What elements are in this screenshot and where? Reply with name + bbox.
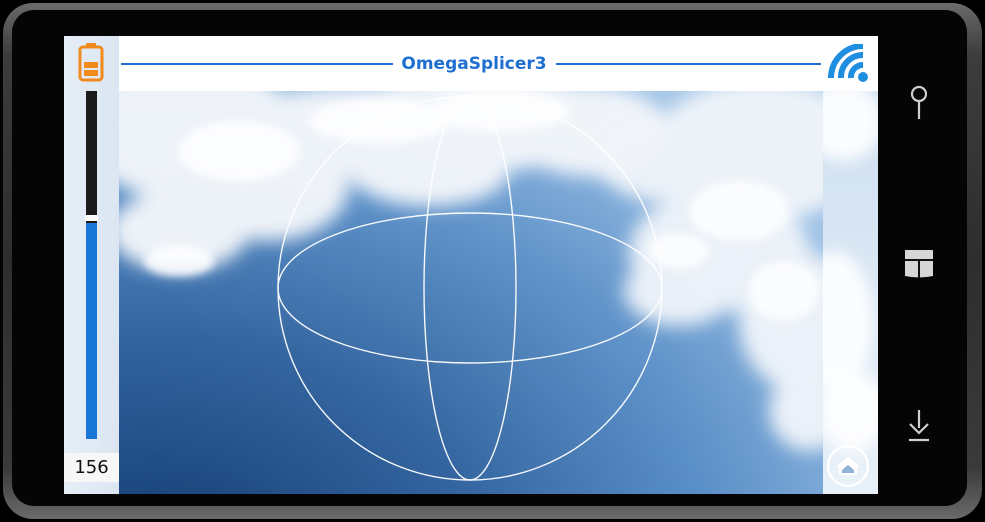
battery-icon [78,43,104,82]
level-panel: 156 [64,36,119,494]
back-arrow-icon[interactable] [901,406,937,442]
windows-start-icon[interactable] [901,246,937,282]
level-slider[interactable] [85,91,98,439]
level-thumb[interactable] [85,215,98,221]
home-button[interactable] [826,444,870,488]
wifi-signal-icon [828,44,868,82]
level-readout: 156 [64,453,119,482]
title-rule-right [556,63,821,65]
sky-view[interactable] [119,91,823,494]
level-fill [86,223,97,439]
search-icon[interactable] [901,84,937,120]
title-rule-left [121,63,393,65]
right-sky-strip [793,81,878,494]
app-title: OmegaSplicer3 [401,54,547,74]
phone-frame: 156 OmegaSplicer3 [0,0,985,522]
right-clouds [793,81,878,451]
app-screen: 156 OmegaSplicer3 [64,36,878,494]
sky-clouds-image [119,91,823,494]
